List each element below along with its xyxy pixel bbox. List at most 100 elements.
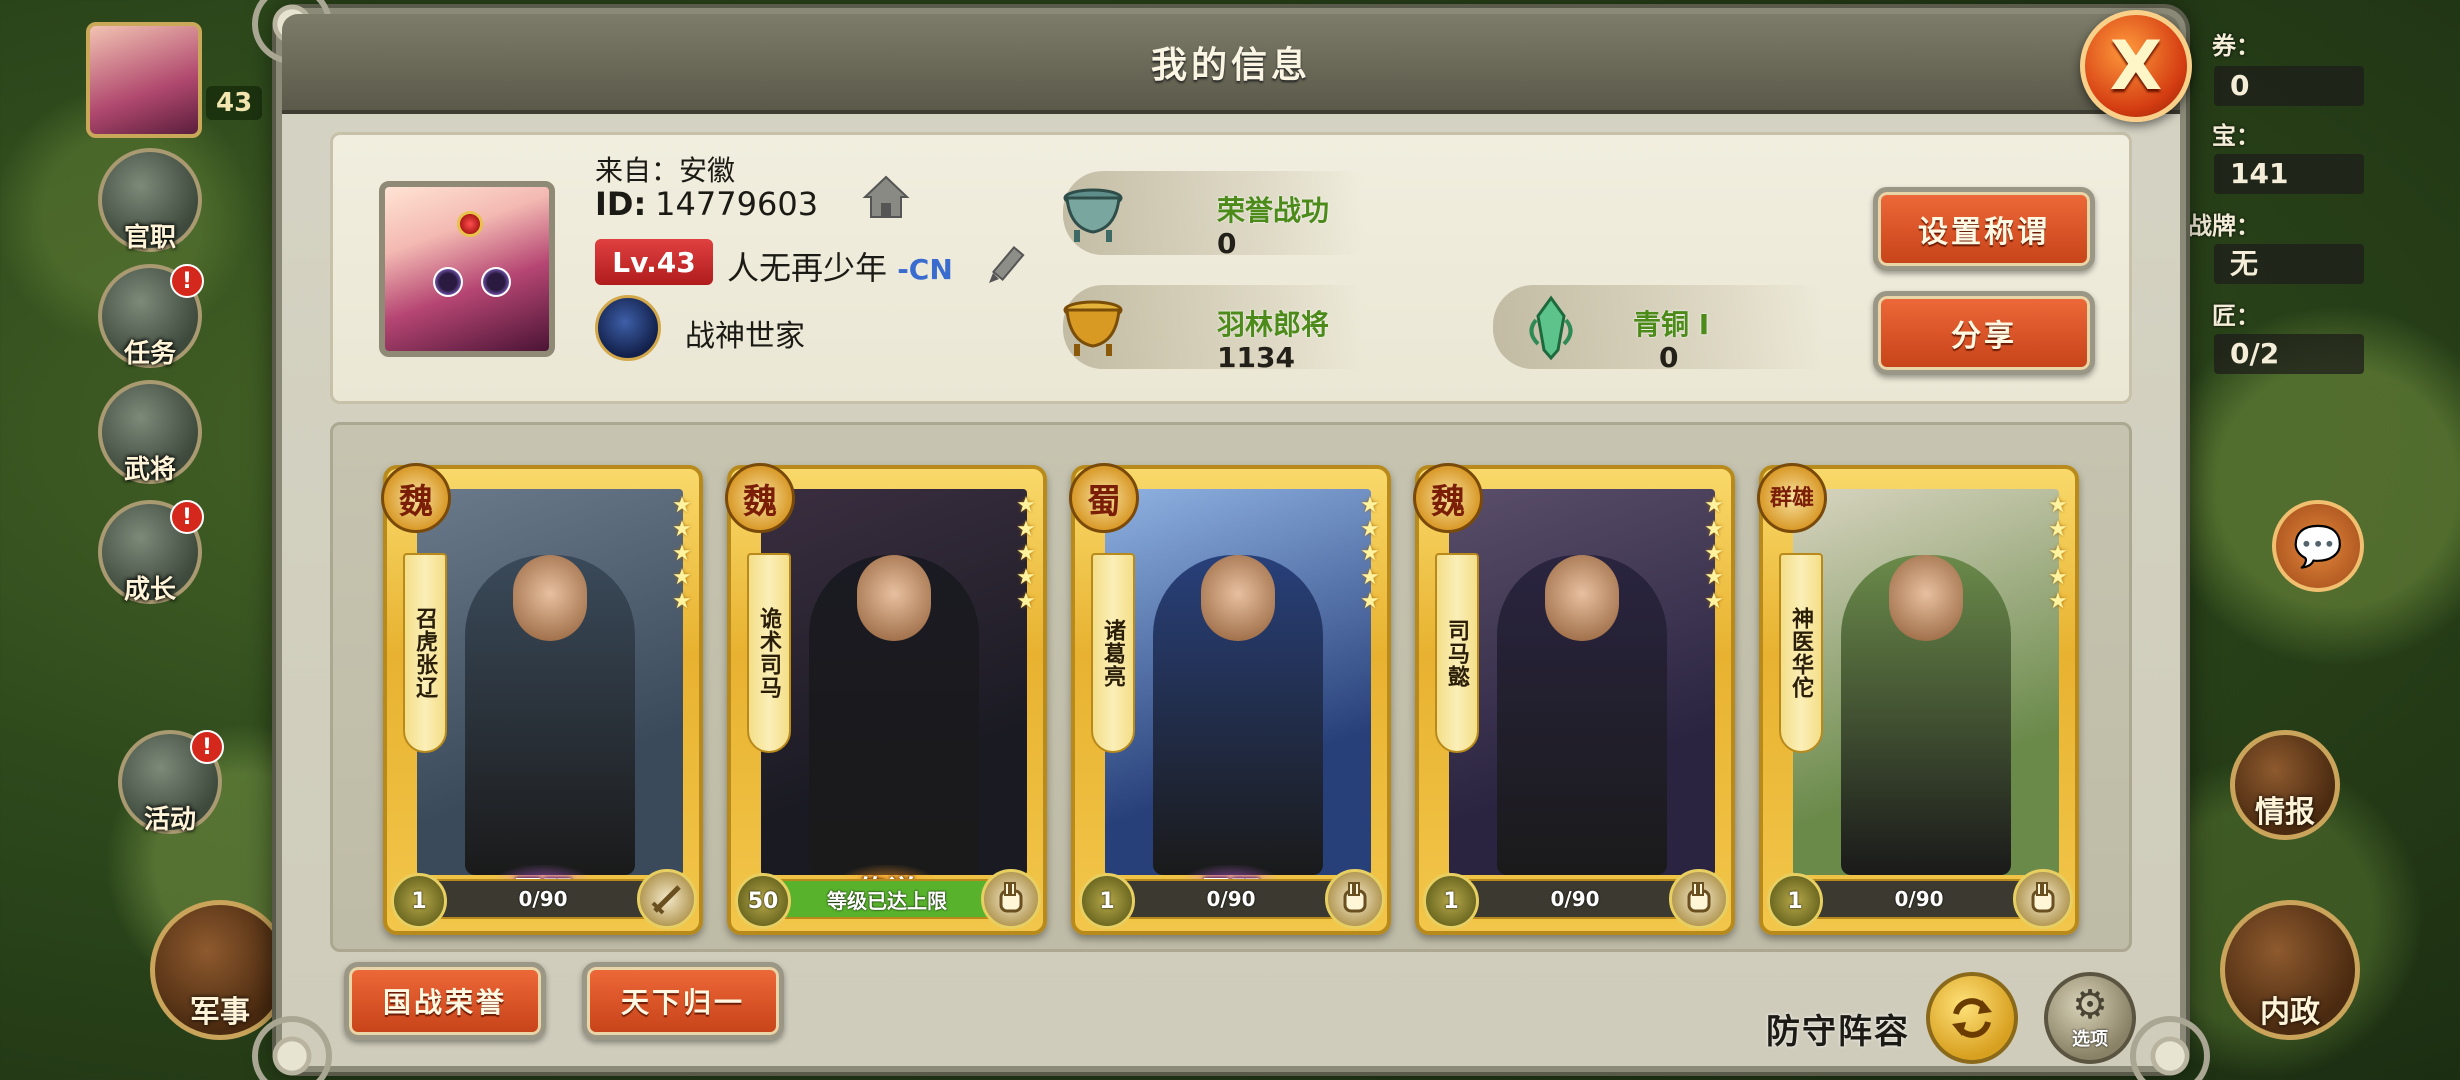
general-head xyxy=(1889,555,1963,641)
star-rating: ★ ★ ★ ★ ★ xyxy=(669,495,695,613)
general-head xyxy=(1545,555,1619,641)
star-icon: ★ xyxy=(1016,541,1036,566)
options-button[interactable]: ⚙ 选项 xyxy=(2044,972,2136,1064)
hud-button-label: 官职 xyxy=(123,223,176,253)
star-icon: ★ xyxy=(1704,541,1724,566)
star-icon: ★ xyxy=(1360,541,1380,566)
hud-button-label: 任务 xyxy=(123,339,176,369)
clan-emblem-icon[interactable] xyxy=(595,295,661,361)
general-name: 司马懿 xyxy=(1435,553,1479,753)
star-icon: ★ xyxy=(2048,541,2068,566)
general-level: 1 xyxy=(1423,873,1479,929)
hud-button-intel[interactable]: 情报 xyxy=(2230,730,2340,840)
edit-name-icon[interactable] xyxy=(983,241,1031,289)
general-card[interactable]: 无双蜀诸葛亮★★★★★0/901 xyxy=(1069,463,1391,935)
hud-button-events[interactable]: 活动 ! xyxy=(118,730,224,835)
star-icon: ★ xyxy=(672,541,692,566)
star-icon: ★ xyxy=(1360,517,1380,542)
general-portrait xyxy=(1105,489,1371,875)
stat-label: 羽林郎将 xyxy=(1217,308,1330,341)
general-portrait xyxy=(1449,489,1715,875)
general-portrait xyxy=(417,489,683,875)
player-name: 人无再少年 xyxy=(727,249,888,287)
hud-button-rank[interactable]: 官职 xyxy=(98,148,202,253)
hud-button-tasks[interactable]: 任务 ! xyxy=(98,264,204,369)
general-level: 1 xyxy=(1079,873,1135,929)
general-level: 1 xyxy=(1767,873,1823,929)
hud-resource-value: 无 xyxy=(2214,244,2364,284)
hud-player-level: 43 xyxy=(206,86,263,120)
player-name-row: 人无再少年 -CN xyxy=(727,243,953,289)
general-name: 神医华佗 xyxy=(1779,553,1823,753)
general-name: 诸葛亮 xyxy=(1091,553,1135,753)
chat-icon[interactable]: 💬 xyxy=(2272,500,2364,592)
general-card[interactable]: 魏司马懿 ★ ★ ★ ★ ★ 0/90 1 xyxy=(1413,463,1735,935)
stat-value: 0 xyxy=(1659,341,1679,374)
hud-resource-label: 宝： xyxy=(2212,122,2260,150)
hud-button-label: 内政 xyxy=(2260,995,2320,1030)
general-level: 1 xyxy=(391,873,447,929)
general-card[interactable]: 传说魏诡术司马★★★★★等级已达上限50 xyxy=(725,463,1047,935)
hud-resource-label: 战牌： xyxy=(2188,212,2260,240)
close-button[interactable]: X xyxy=(2080,10,2192,122)
star-icon: ★ xyxy=(1360,589,1380,614)
hud-button-domestic[interactable]: 内政 xyxy=(2220,900,2360,1040)
general-portrait xyxy=(1793,489,2059,875)
notification-badge: ! xyxy=(170,500,204,534)
avatar-eye xyxy=(481,267,511,297)
general-portrait xyxy=(761,489,1027,875)
star-icon: ★ xyxy=(2048,493,2068,518)
player-info-dialog: 我的信息 来自：安徽 ID: 14779603 Lv.43 人无再少年 -CN … xyxy=(252,0,2210,1080)
player-origin: 来自：安徽 xyxy=(595,154,736,187)
general-cards-section: 无双魏召虎张辽★★★★★0/901传说魏诡术司马★★★★★等级已达上限50无双蜀… xyxy=(330,422,2132,952)
hud-resource-label: 匠： xyxy=(2212,302,2260,330)
star-rating: ★ ★ ★ ★ ★ xyxy=(2045,495,2071,613)
gear-icon: ⚙ xyxy=(2072,982,2108,1028)
star-icon: ★ xyxy=(2048,589,2068,614)
kingdom-badge: 魏 xyxy=(725,463,795,533)
unify-button[interactable]: 天下归一 xyxy=(582,962,784,1040)
star-icon: ★ xyxy=(1016,493,1036,518)
dialog-title: 我的信息 xyxy=(1150,45,1311,86)
share-button[interactable]: 分享 xyxy=(1873,291,2095,375)
star-icon: ★ xyxy=(1704,589,1724,614)
hud-button-growth[interactable]: 成长 ! xyxy=(98,500,204,605)
set-title-button[interactable]: 设置称谓 xyxy=(1873,187,2095,271)
player-avatar[interactable] xyxy=(379,181,555,357)
general-card[interactable]: 群雄 神医华佗 ★ ★ ★ ★ ★ 0/90 1 xyxy=(1757,463,2079,935)
star-rating: ★ ★ ★ ★ ★ xyxy=(1701,495,1727,613)
hud-button-label: 情报 xyxy=(2255,795,2315,830)
stat-label: 荣誉战功 xyxy=(1217,194,1330,227)
national-honor-button[interactable]: 国战荣誉 xyxy=(344,962,546,1040)
general-head xyxy=(857,555,931,641)
general-level: 50 xyxy=(735,873,791,929)
hud-player-avatar[interactable] xyxy=(86,22,202,138)
star-icon: ★ xyxy=(1704,493,1724,518)
star-rating: ★ ★ ★ ★ ★ xyxy=(1013,495,1039,613)
hud-resource-label: 券： xyxy=(2212,32,2260,60)
home-icon[interactable] xyxy=(861,173,911,223)
star-icon: ★ xyxy=(672,565,692,590)
hud-button-military[interactable]: 军事 xyxy=(150,900,290,1040)
stat-value: 1134 xyxy=(1217,341,1295,374)
hud-button-label: 成长 xyxy=(123,575,176,605)
star-icon: ★ xyxy=(1016,565,1036,590)
corner-ornament xyxy=(252,1016,332,1080)
sword-icon xyxy=(637,869,697,929)
clan-name: 战神世家 xyxy=(685,319,805,354)
gold-cauldron-icon xyxy=(1055,289,1131,365)
star-icon: ★ xyxy=(1704,517,1724,542)
fist-icon xyxy=(2013,869,2073,929)
fist-icon xyxy=(1669,869,1729,929)
star-icon: ★ xyxy=(1360,493,1380,518)
hud-button-label: 军事 xyxy=(190,995,250,1030)
star-icon: ★ xyxy=(2048,517,2068,542)
fist-icon xyxy=(1325,869,1385,929)
avatar-jewel xyxy=(457,211,483,237)
refresh-icon[interactable] xyxy=(1926,972,2018,1064)
dialog-title-bar: 我的信息 xyxy=(282,14,2180,114)
hud-button-generals[interactable]: 武将 xyxy=(98,380,202,485)
general-card[interactable]: 无双魏召虎张辽★★★★★0/901 xyxy=(381,463,703,935)
player-level-badge: Lv.43 xyxy=(595,239,713,285)
server-tag: -CN xyxy=(897,253,953,286)
